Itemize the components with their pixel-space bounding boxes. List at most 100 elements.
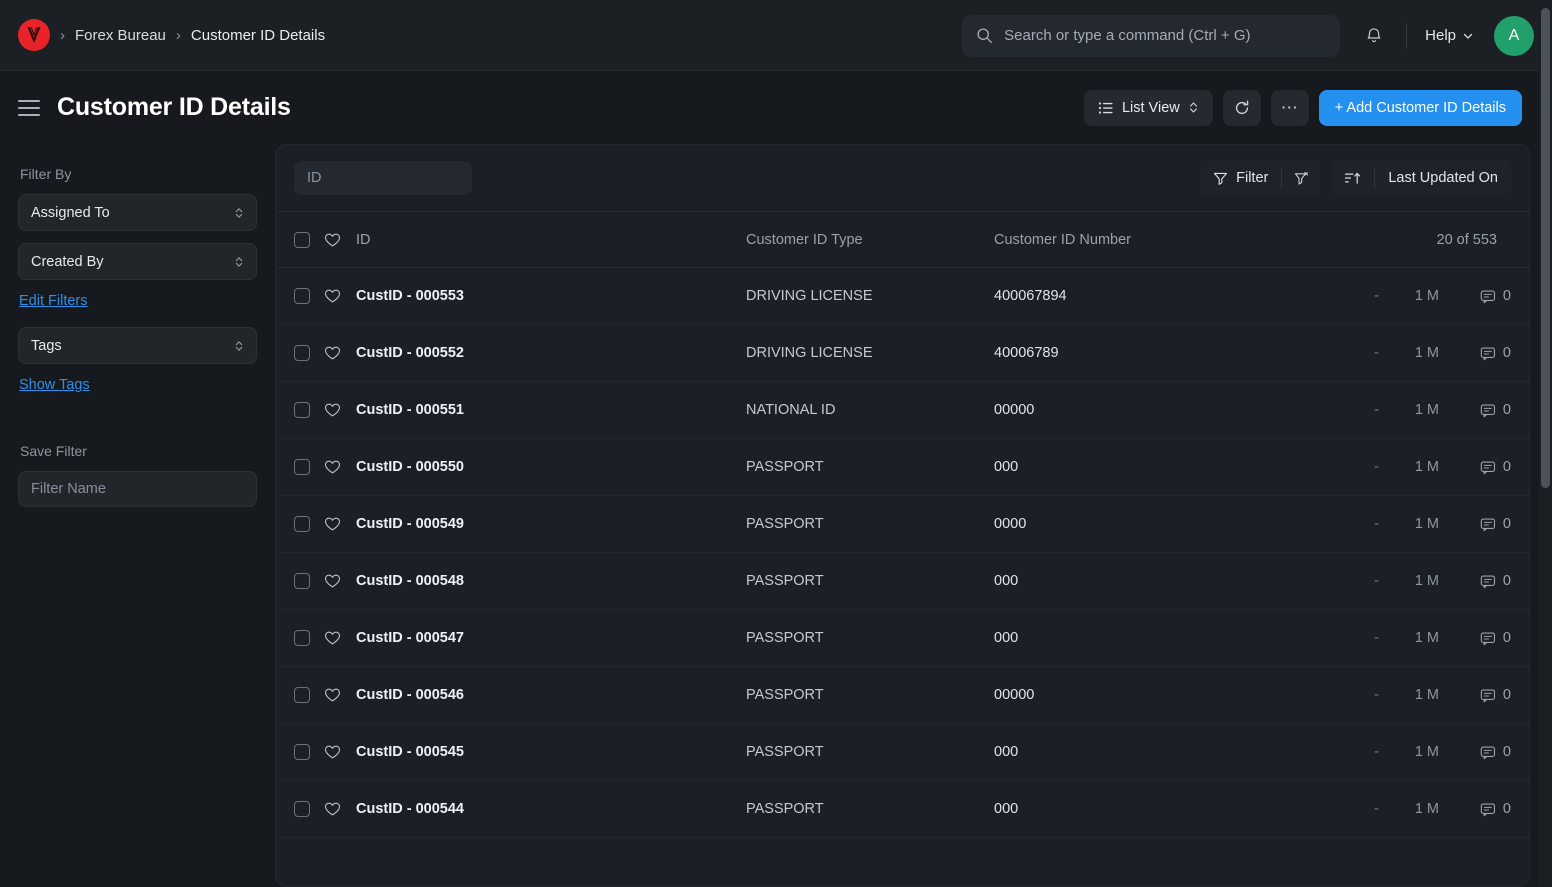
search-input[interactable]: Search or type a command (Ctrl + G) [962, 14, 1341, 57]
table-row[interactable]: CustID - 000548 PASSPORT 000 - 1 M 0 [276, 553, 1529, 610]
row-checkbox[interactable] [294, 402, 310, 418]
row-select-cell[interactable] [294, 288, 324, 304]
table-row[interactable]: CustID - 000552 DRIVING LICENSE 40006789… [276, 325, 1529, 382]
assigned-to-select[interactable]: Assigned To [18, 194, 257, 231]
row-comments[interactable]: 0 [1439, 573, 1511, 589]
tags-select[interactable]: Tags [18, 327, 257, 364]
row-like-button[interactable] [324, 630, 356, 646]
row-like-button[interactable] [324, 345, 356, 361]
page-scrollbar[interactable] [1539, 0, 1552, 887]
row-comments[interactable]: 0 [1439, 516, 1511, 532]
row-select-cell[interactable] [294, 801, 324, 817]
column-header-customer-id-number[interactable]: Customer ID Number [994, 232, 1284, 248]
row-like-button[interactable] [324, 402, 356, 418]
row-like-button[interactable] [324, 459, 356, 475]
column-header-id[interactable]: ID [356, 232, 746, 248]
filter-button[interactable]: Filter [1200, 160, 1281, 196]
avatar[interactable]: A [1494, 15, 1534, 56]
row-checkbox[interactable] [294, 687, 310, 703]
filter-name-input[interactable]: Filter Name [18, 471, 257, 507]
row-comments[interactable]: 0 [1439, 801, 1511, 817]
edit-filters-link[interactable]: Edit Filters [19, 293, 88, 309]
row-select-cell[interactable] [294, 516, 324, 532]
table-row[interactable]: CustID - 000549 PASSPORT 0000 - 1 M 0 [276, 496, 1529, 553]
navbar-right-group: Search or type a command (Ctrl + G) Help… [962, 0, 1534, 71]
row-customer-id-type: PASSPORT [746, 516, 824, 532]
row-like-button[interactable] [324, 288, 356, 304]
row-like-button[interactable] [324, 744, 356, 760]
row-select-cell[interactable] [294, 744, 324, 760]
notifications-button[interactable] [1354, 16, 1394, 56]
row-comments[interactable]: 0 [1439, 402, 1511, 418]
row-like-button[interactable] [324, 687, 356, 703]
table-row[interactable]: CustID - 000547 PASSPORT 000 - 1 M 0 [276, 610, 1529, 667]
table-row[interactable]: CustID - 000544 PASSPORT 000 - 1 M 0 [276, 781, 1529, 838]
app-root: › Forex Bureau › Customer ID Details Sea… [0, 0, 1552, 887]
breadcrumb-customer-id-details[interactable]: Customer ID Details [191, 27, 325, 44]
row-id-link[interactable]: CustID - 000553 [356, 288, 746, 304]
breadcrumb-separator-1: › [60, 26, 65, 44]
row-id-link[interactable]: CustID - 000552 [356, 345, 746, 361]
table-row[interactable]: CustID - 000553 DRIVING LICENSE 40006789… [276, 268, 1529, 325]
row-checkbox[interactable] [294, 516, 310, 532]
id-filter-input[interactable]: ID [294, 161, 472, 195]
refresh-button[interactable] [1222, 89, 1261, 126]
view-switch-button[interactable]: List View [1083, 89, 1213, 126]
row-comment-count: 0 [1502, 459, 1511, 475]
row-id-link[interactable]: CustID - 000548 [356, 573, 746, 589]
row-checkbox[interactable] [294, 630, 310, 646]
brand-logo-icon[interactable] [18, 19, 50, 51]
row-checkbox[interactable] [294, 573, 310, 589]
select-all-cell[interactable] [294, 231, 324, 248]
breadcrumb-forex-bureau[interactable]: Forex Bureau [75, 27, 166, 44]
table-row[interactable]: CustID - 000551 NATIONAL ID 00000 - 1 M … [276, 382, 1529, 439]
table-row[interactable]: CustID - 000545 PASSPORT 000 - 1 M 0 [276, 724, 1529, 781]
row-checkbox[interactable] [294, 345, 310, 361]
row-assigned: - [1374, 459, 1379, 475]
row-id-link[interactable]: CustID - 000551 [356, 402, 746, 418]
row-checkbox[interactable] [294, 801, 310, 817]
row-select-cell[interactable] [294, 573, 324, 589]
column-header-customer-id-type[interactable]: Customer ID Type [746, 232, 994, 248]
row-checkbox[interactable] [294, 459, 310, 475]
created-by-select[interactable]: Created By [18, 243, 257, 280]
add-customer-id-details-button[interactable]: + Add Customer ID Details [1318, 89, 1522, 126]
row-id-link[interactable]: CustID - 000550 [356, 459, 746, 475]
row-comments[interactable]: 0 [1439, 288, 1511, 304]
row-select-cell[interactable] [294, 402, 324, 418]
row-select-cell[interactable] [294, 345, 324, 361]
row-id-link[interactable]: CustID - 000547 [356, 630, 746, 646]
help-menu[interactable]: Help [1419, 21, 1480, 50]
sort-direction-button[interactable] [1331, 160, 1374, 196]
row-comments[interactable]: 0 [1439, 687, 1511, 703]
row-id-link[interactable]: CustID - 000545 [356, 744, 746, 760]
row-select-cell[interactable] [294, 459, 324, 475]
show-tags-link[interactable]: Show Tags [19, 377, 90, 393]
page-scrollbar-thumb[interactable] [1541, 8, 1550, 488]
sort-field-button[interactable]: Last Updated On [1375, 160, 1511, 196]
row-like-button[interactable] [324, 801, 356, 817]
select-all-checkbox[interactable] [294, 231, 310, 248]
row-id-link[interactable]: CustID - 000544 [356, 801, 746, 817]
page-body: Filter By Assigned To Created By Edit Fi… [0, 144, 1552, 887]
row-comments[interactable]: 0 [1439, 744, 1511, 760]
row-select-cell[interactable] [294, 687, 324, 703]
row-comments[interactable]: 0 [1439, 630, 1511, 646]
chevron-updown-icon [234, 206, 244, 220]
row-like-button[interactable] [324, 516, 356, 532]
row-checkbox[interactable] [294, 288, 310, 304]
filter-sidebar: Filter By Assigned To Created By Edit Fi… [0, 144, 275, 887]
row-checkbox[interactable] [294, 744, 310, 760]
row-id-link[interactable]: CustID - 000546 [356, 687, 746, 703]
more-options-button[interactable]: ⋯ [1270, 89, 1309, 126]
row-select-cell[interactable] [294, 630, 324, 646]
row-comments[interactable]: 0 [1439, 345, 1511, 361]
table-row[interactable]: CustID - 000550 PASSPORT 000 - 1 M 0 [276, 439, 1529, 496]
hamburger-menu-icon[interactable] [18, 94, 46, 122]
row-id-link[interactable]: CustID - 000549 [356, 516, 746, 532]
chevron-down-icon [1463, 33, 1473, 39]
row-comments[interactable]: 0 [1439, 459, 1511, 475]
table-row[interactable]: CustID - 000546 PASSPORT 00000 - 1 M 0 [276, 667, 1529, 724]
clear-filter-button[interactable] [1282, 160, 1321, 196]
row-like-button[interactable] [324, 573, 356, 589]
